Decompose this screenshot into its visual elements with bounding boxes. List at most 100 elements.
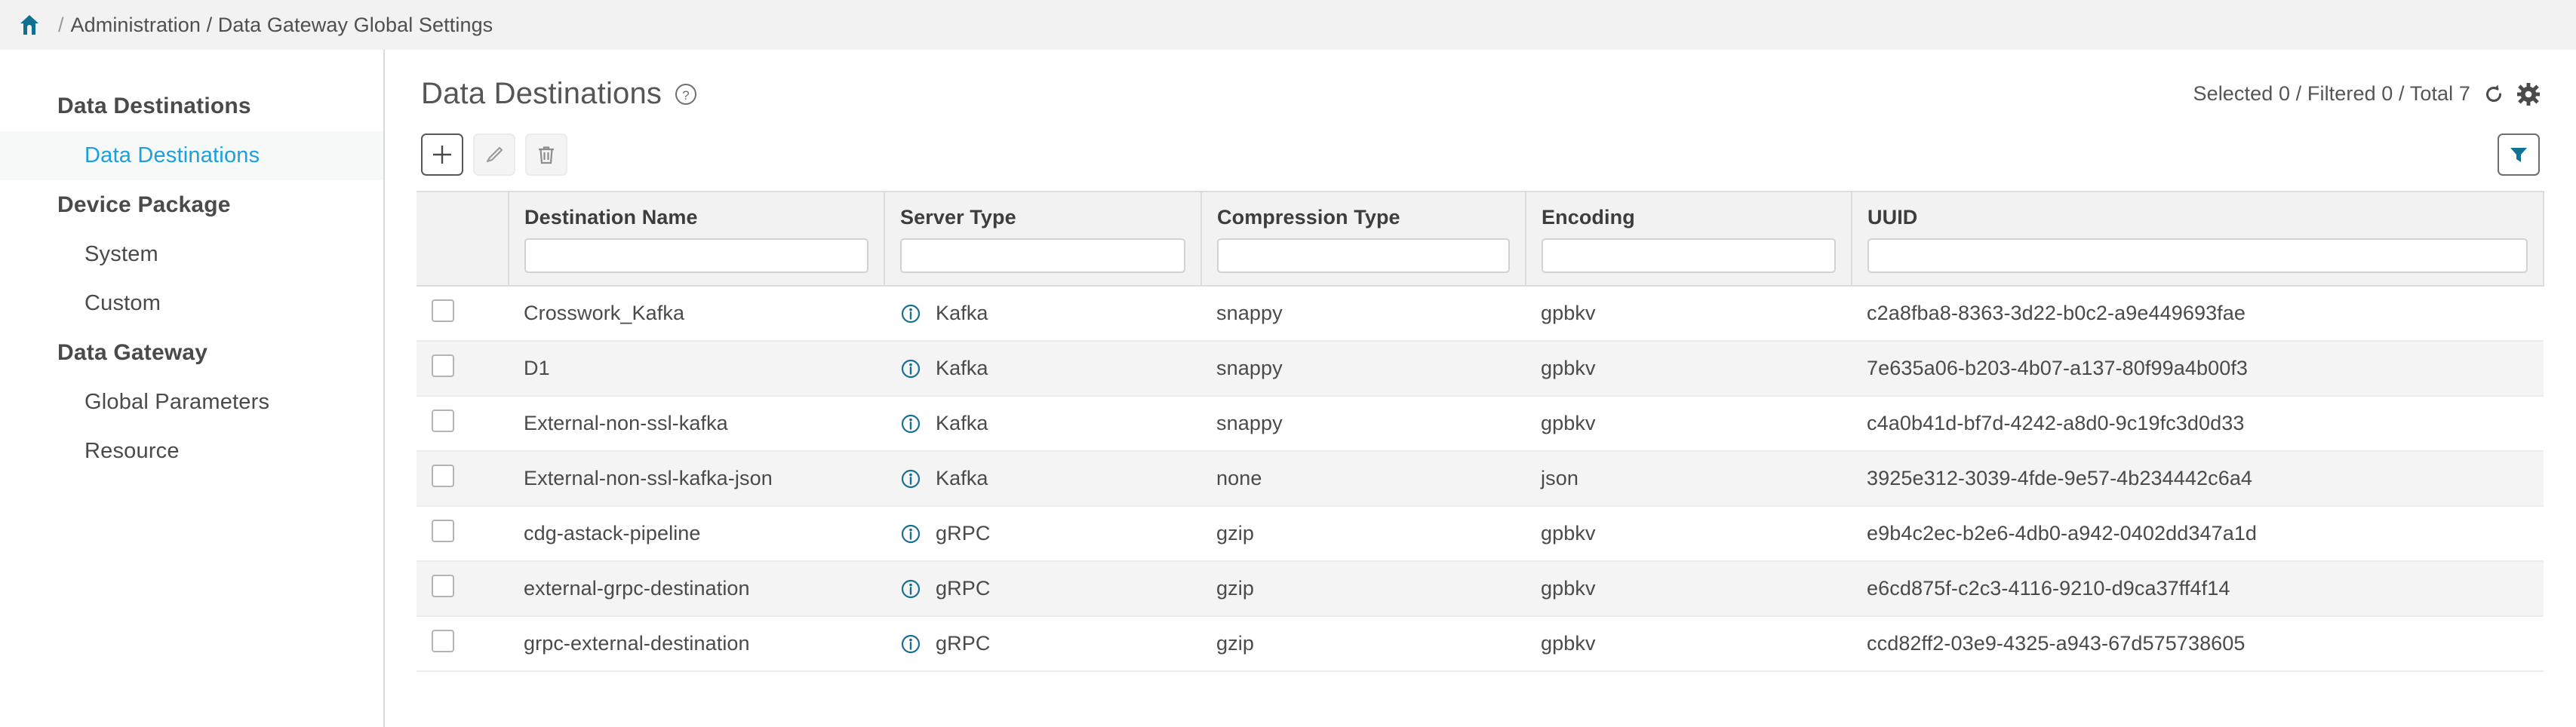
row-select-cell[interactable] [417, 286, 509, 341]
sidebar-item-resource[interactable]: Resource [0, 427, 383, 476]
cell-server-type: gRPC [884, 506, 1201, 561]
cell-uuid: c2a8fba8-8363-3d22-b0c2-a9e449693fae [1852, 286, 2544, 341]
filter-input-uuid[interactable] [1867, 238, 2528, 273]
cell-encoding: gpbkv [1526, 616, 1852, 671]
filter-button[interactable] [2498, 133, 2540, 176]
breadcrumb-path[interactable]: Administration / Data Gateway Global Set… [71, 14, 493, 37]
row-select-cell[interactable] [417, 616, 509, 671]
row-select-cell[interactable] [417, 396, 509, 451]
cell-encoding: gpbkv [1526, 506, 1852, 561]
cell-encoding: gpbkv [1526, 286, 1852, 341]
cell-destination-name: grpc-external-destination [509, 616, 884, 671]
question-circle-icon[interactable]: ? [674, 82, 698, 106]
row-checkbox[interactable] [432, 410, 454, 432]
sidebar-item-system[interactable]: System [0, 230, 383, 279]
column-header-encoding[interactable]: Encoding [1526, 192, 1852, 286]
cell-encoding: gpbkv [1526, 561, 1852, 616]
uuid-header-inner: UUID [1852, 192, 2543, 285]
table-row[interactable]: External-non-ssl-kafkaKafkasnappygpbkvc4… [417, 396, 2544, 451]
page-title-group: Data Destinations ? [421, 77, 698, 111]
select-header-inner [417, 192, 508, 227]
cell-encoding: json [1526, 451, 1852, 506]
table-toolbar [417, 117, 2544, 191]
row-checkbox[interactable] [432, 520, 454, 542]
table-row[interactable]: grpc-external-destinationgRPCgzipgpbkvcc… [417, 616, 2544, 671]
row-checkbox[interactable] [432, 575, 454, 597]
sidebar-section-data-gateway: Data Gateway [0, 328, 383, 378]
table-row[interactable]: Crosswork_KafkaKafkasnappygpbkvc2a8fba8-… [417, 286, 2544, 341]
cell-encoding: gpbkv [1526, 341, 1852, 396]
server-type-header-inner: Server Type [885, 192, 1200, 285]
compression-type-header-inner: Compression Type [1202, 192, 1525, 285]
cell-destination-name: External-non-ssl-kafka-json [509, 451, 884, 506]
cell-compression-type: gzip [1201, 616, 1526, 671]
column-header-server-type[interactable]: Server Type [884, 192, 1201, 286]
toolbar-filter-group [2498, 133, 2540, 176]
filter-input-destination-name[interactable] [524, 238, 868, 273]
table-head: Destination Name Server Type Compression… [417, 192, 2544, 286]
server-type-label: gRPC [936, 577, 990, 600]
row-select-cell[interactable] [417, 451, 509, 506]
cell-uuid: 7e635a06-b203-4b07-a137-80f99a4b00f3 [1852, 341, 2544, 396]
info-circle-icon[interactable] [899, 578, 922, 600]
cell-server-type: gRPC [884, 561, 1201, 616]
row-checkbox[interactable] [432, 465, 454, 487]
edit-button[interactable] [473, 133, 515, 176]
table-row[interactable]: cdg-astack-pipelinegRPCgzipgpbkve9b4c2ec… [417, 506, 2544, 561]
sidebar-item-global-parameters[interactable]: Global Parameters [0, 378, 383, 427]
encoding-header-inner: Encoding [1526, 192, 1851, 285]
filter-input-server-type[interactable] [900, 238, 1185, 273]
table-header-row: Destination Name Server Type Compression… [417, 192, 2544, 286]
cell-uuid: 3925e312-3039-4fde-9e57-4b234442c6a4 [1852, 451, 2544, 506]
table-body: Crosswork_KafkaKafkasnappygpbkvc2a8fba8-… [417, 286, 2544, 671]
column-label-destination-name: Destination Name [524, 206, 868, 229]
refresh-icon[interactable] [2483, 84, 2504, 105]
toolbar-actions [421, 133, 567, 176]
row-select-cell[interactable] [417, 561, 509, 616]
column-header-destination-name[interactable]: Destination Name [509, 192, 884, 286]
table-row[interactable]: External-non-ssl-kafka-jsonKafkanonejson… [417, 451, 2544, 506]
server-type-label: gRPC [936, 522, 990, 545]
cell-destination-name: external-grpc-destination [509, 561, 884, 616]
row-checkbox[interactable] [432, 630, 454, 652]
info-circle-icon[interactable] [899, 357, 922, 380]
page-title: Data Destinations [421, 77, 662, 111]
filter-input-compression-type[interactable] [1217, 238, 1510, 273]
cell-compression-type: snappy [1201, 286, 1526, 341]
page-body: Data Destinations Data Destinations Devi… [0, 50, 2576, 727]
table-row[interactable]: D1Kafkasnappygpbkv7e635a06-b203-4b07-a13… [417, 341, 2544, 396]
home-icon[interactable] [20, 14, 39, 35]
breadcrumb-separator: / [58, 14, 64, 37]
server-type-label: Kafka [936, 467, 988, 490]
add-button[interactable] [421, 133, 463, 176]
info-circle-icon[interactable] [899, 468, 922, 490]
cell-server-type: gRPC [884, 616, 1201, 671]
sidebar-item-data-destinations[interactable]: Data Destinations [0, 131, 383, 180]
table-row[interactable]: external-grpc-destinationgRPCgzipgpbkve6… [417, 561, 2544, 616]
cell-destination-name: Crosswork_Kafka [509, 286, 884, 341]
info-circle-icon[interactable] [899, 523, 922, 545]
cell-compression-type: snappy [1201, 341, 1526, 396]
cell-uuid: c4a0b41d-bf7d-4242-a8d0-9c19fc3d0d33 [1852, 396, 2544, 451]
row-checkbox[interactable] [432, 354, 454, 377]
column-header-select [417, 192, 509, 286]
column-header-compression-type[interactable]: Compression Type [1201, 192, 1526, 286]
row-select-cell[interactable] [417, 506, 509, 561]
sidebar-section-data-destinations: Data Destinations [0, 81, 383, 131]
cell-compression-type: snappy [1201, 396, 1526, 451]
column-header-uuid[interactable]: UUID [1852, 192, 2544, 286]
info-circle-icon[interactable] [899, 302, 922, 325]
info-circle-icon[interactable] [899, 633, 922, 655]
header-status-group: Selected 0 / Filtered 0 / Total 7 [2193, 82, 2540, 106]
row-checkbox[interactable] [432, 299, 454, 322]
delete-button[interactable] [525, 133, 567, 176]
info-circle-icon[interactable] [899, 413, 922, 435]
filter-input-encoding[interactable] [1542, 238, 1836, 273]
sidebar-item-custom[interactable]: Custom [0, 279, 383, 328]
cell-encoding: gpbkv [1526, 396, 1852, 451]
server-type-label: Kafka [936, 412, 988, 435]
page-header: Data Destinations ? Selected 0 / Filtere… [417, 50, 2544, 117]
gear-icon[interactable] [2517, 83, 2540, 106]
breadcrumb: / Administration / Data Gateway Global S… [0, 0, 2576, 50]
row-select-cell[interactable] [417, 341, 509, 396]
